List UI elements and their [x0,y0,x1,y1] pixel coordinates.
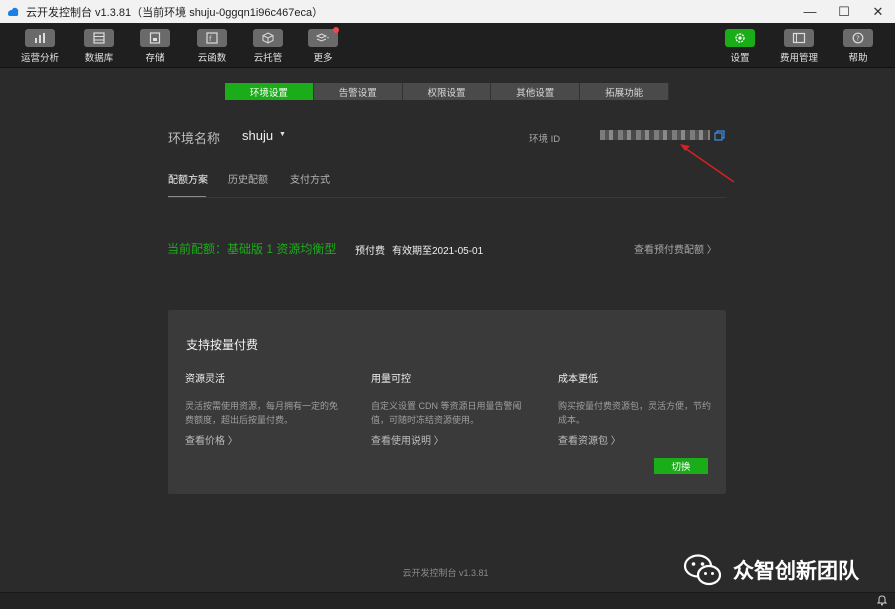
window-titlebar: 云开发控制台 v1.3.81（当前环境 shuju-0ggqn1i96c467e… [0,0,895,23]
tab-other-settings[interactable]: 其他设置 [491,83,581,100]
svg-text:?: ? [856,35,860,43]
prepaid-badge: 预付费 [355,246,385,257]
watermark: 众智创新团队 [683,553,859,587]
feature-desc: 购买按量付费资源包，灵活方便，节约成本。 [558,401,712,425]
subtab-active-underline [168,196,206,197]
subtab-payment[interactable]: 支付方式 [290,171,330,186]
env-name-label: 环境名称 [168,131,221,146]
maximize-button[interactable]: ☐ [827,0,861,23]
wechat-icon [683,554,722,586]
view-usage-guide-link[interactable]: 查看使用说明 〉 [371,432,444,447]
view-pricing-link[interactable]: 查看价格 〉 [185,432,238,447]
view-prepaid-quota-link[interactable]: 查看预付费配额 〉 [634,241,717,256]
toolbar-database-label: 数据库 [84,53,114,64]
view-resource-pack-link[interactable]: 查看资源包 〉 [558,432,621,447]
svg-text:f: f [209,35,212,43]
feature-flexible: 资源灵活 灵活按需使用资源，每月拥有一定的免费额度，超出后按量付费。 [185,370,345,427]
feature-desc: 灵活按需使用资源，每月拥有一定的免费额度，超出后按量付费。 [185,401,339,425]
toolbar-storage-label: 存储 [145,53,165,64]
status-bar [0,592,895,609]
feature-head: 成本更低 [558,374,598,385]
toolbar-settings[interactable]: 设置 [715,29,765,65]
feature-controllable: 用量可控 自定义设置 CDN 等资源日用量告警阈值，可随时冻结资源使用。 [371,370,531,427]
pay-as-you-go-card: 支持按量付费 资源灵活 灵活按需使用资源，每月拥有一定的免费额度，超出后按量付费… [168,310,726,494]
toolbar-analytics[interactable]: 运营分析 [15,29,65,65]
feature-head: 资源灵活 [185,374,225,385]
notification-dot [333,27,339,33]
minimize-button[interactable]: — [793,0,827,23]
settings-icon [725,29,755,47]
toolbar-analytics-label: 运营分析 [20,53,59,64]
current-quota: 当前配额：基础版 1 资源均衡型 [167,242,337,256]
chart-bar-icon [25,29,55,47]
subtab-divider [168,197,726,198]
feature-cheaper: 成本更低 购买按量付费资源包，灵活方便，节约成本。 [558,370,718,427]
cube-icon [253,29,283,47]
toolbar-functions[interactable]: f 云函数 [187,29,237,65]
close-button[interactable]: ✕ [861,0,895,23]
caret-down-icon[interactable]: ▼ [279,131,286,138]
env-selector[interactable]: shuju [242,128,273,143]
toolbar-billing-label: 费用管理 [779,53,818,64]
subtab-quota-plan[interactable]: 配额方案 [168,171,208,186]
tab-alert-settings[interactable]: 告警设置 [313,83,403,100]
expire-date: 有效期至2021-05-01 [392,246,484,257]
watermark-text: 众智创新团队 [733,560,859,583]
toolbar-help-label: 帮助 [848,53,868,64]
card-title: 支持按量付费 [186,338,259,352]
feature-desc: 自定义设置 CDN 等资源日用量告警阈值，可随时冻结资源使用。 [371,401,522,425]
env-id-label: 环境 ID [529,134,561,145]
toolbar-more-label: 更多 [313,53,333,64]
tab-extensions[interactable]: 拓展功能 [580,83,669,100]
settings-tabs: 环境设置 告警设置 权限设置 其他设置 拓展功能 [225,83,669,100]
app-icon [8,7,19,16]
red-arrow-annotation [680,144,735,183]
switch-button[interactable]: 切换 [654,458,708,474]
toolbar-cloudhost[interactable]: 云托管 [243,29,293,65]
subtab-quota-history[interactable]: 历史配额 [228,171,268,186]
footer-version-text: 云开发控制台 v1.3.81 [402,568,489,578]
toolbar-settings-label: 设置 [730,53,750,64]
database-icon [84,29,114,47]
toolbar-storage[interactable]: 存储 [130,29,180,65]
toolbar-help[interactable]: ? 帮助 [833,29,883,65]
toolbar-database[interactable]: 数据库 [74,29,124,65]
billing-icon [784,29,814,47]
tab-env-settings[interactable]: 环境设置 [225,83,314,100]
bell-icon[interactable] [876,594,888,606]
toolbar-functions-label: 云函数 [197,53,227,64]
storage-icon [140,29,170,47]
toolbar-cloudhost-label: 云托管 [253,53,283,64]
env-id-value-blurred [600,130,710,140]
help-icon: ? [843,29,873,47]
function-icon: f [197,29,227,47]
window-title: 云开发控制台 v1.3.81（当前环境 shuju-0ggqn1i96c467e… [26,6,324,19]
feature-head: 用量可控 [371,374,411,385]
main-toolbar: 运营分析 数据库 存储 f 云函数 云托管 更多 设置 费用管理 ? 帮助 [0,23,895,68]
toolbar-billing[interactable]: 费用管理 [774,29,824,65]
tab-permission-settings[interactable]: 权限设置 [402,83,492,100]
toolbar-more[interactable]: 更多 [298,27,348,65]
